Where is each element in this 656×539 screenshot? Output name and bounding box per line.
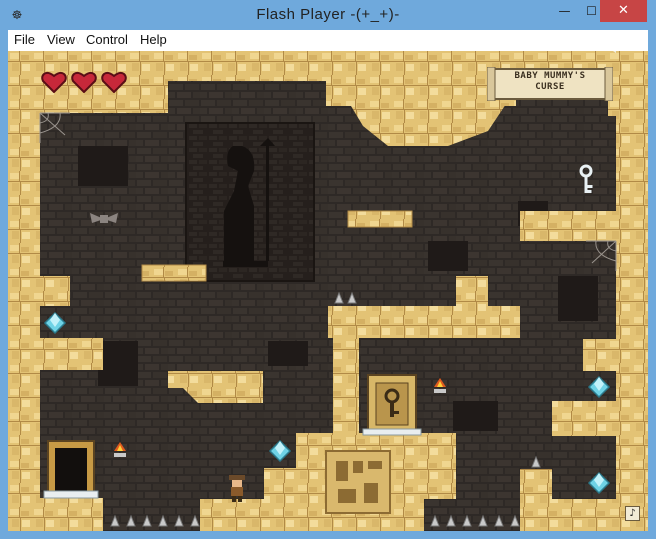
game-title-line1: BABY MUMMY'S bbox=[514, 71, 586, 81]
locked-key-door[interactable] bbox=[362, 374, 422, 436]
flash-player-window: ☸ Flash Player -(+_+)- — ☐ ✕ File View C… bbox=[0, 0, 656, 539]
game-title-line2: CURSE bbox=[535, 82, 565, 92]
menu-help[interactable]: Help bbox=[140, 32, 167, 47]
game-stage[interactable]: BABY MUMMY'S CURSE ♪ bbox=[8, 51, 648, 531]
game-title-scroll: BABY MUMMY'S CURSE bbox=[487, 67, 613, 101]
heart-icon bbox=[101, 71, 127, 93]
heart-icon bbox=[71, 71, 97, 93]
pharaoh-mural bbox=[185, 122, 315, 282]
title-bar[interactable]: ☸ Flash Player -(+_+)- — ☐ ✕ bbox=[0, 0, 656, 30]
menu-bar: File View Control Help bbox=[8, 30, 648, 51]
health-hearts bbox=[41, 71, 131, 93]
menu-view[interactable]: View bbox=[47, 32, 75, 47]
menu-file[interactable]: File bbox=[14, 32, 35, 47]
minimize-button[interactable]: — bbox=[550, 0, 579, 22]
game-title: BABY MUMMY'S CURSE bbox=[487, 71, 613, 93]
music-note-icon[interactable]: ♪ bbox=[625, 506, 640, 521]
exit-door[interactable] bbox=[43, 440, 99, 499]
game-scene[interactable] bbox=[8, 51, 648, 531]
close-button[interactable]: ✕ bbox=[600, 0, 647, 22]
heart-icon bbox=[41, 71, 67, 93]
menu-control[interactable]: Control bbox=[86, 32, 128, 47]
